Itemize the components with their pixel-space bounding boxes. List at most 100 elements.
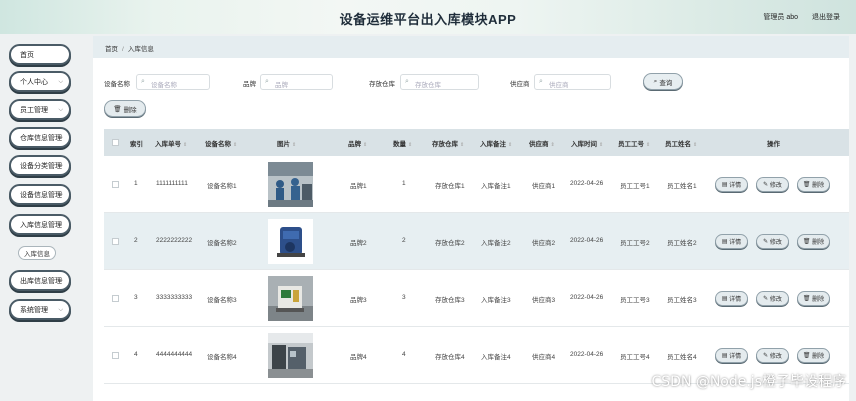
query-button-label: 查询 [659, 79, 673, 87]
cell-brand: 品牌3 [350, 297, 367, 304]
sidebar-item-label: 入库信息管理 [20, 221, 62, 229]
brand-input[interactable]: ⌕ 品牌 [260, 74, 333, 90]
sidebar-item-label: 仓库信息管理 [20, 134, 62, 142]
sidebar-item-label: 首页 [20, 51, 34, 59]
table-row: 3 3333333333 设备名称3 品牌3 3 存放仓库3 入库备注3 供应商… [104, 270, 849, 327]
chevron-down-icon: ⌵ [58, 79, 63, 85]
table-row: 1 1111111111 设备名称1 品牌1 1 存放仓库1 入库备注1 供应商… [104, 156, 849, 213]
sidebar-item-profile[interactable]: 个人中心 ⌵ [9, 71, 71, 92]
col-header[interactable]: 供应商 ⇕ [529, 138, 555, 148]
cell-note: 入库备注2 [481, 240, 511, 247]
sidebar-item-label: 出库信息管理 [20, 277, 62, 285]
delete-button[interactable]: 🗑 删除 [797, 291, 830, 306]
file-icon: ▤ [721, 239, 728, 245]
row-checkbox[interactable] [112, 295, 119, 302]
logout-link[interactable]: 退出登录 [812, 12, 840, 22]
device-image [268, 162, 313, 207]
sidebar-subitem-inbound-info[interactable]: 入库信息 [18, 246, 56, 260]
pencil-icon: ✎ [763, 239, 769, 245]
brand-placeholder: 品牌 [275, 82, 288, 89]
trash-icon: 🗑 [802, 239, 811, 245]
col-header[interactable]: 品牌 ⇕ [348, 138, 367, 148]
sidebar-item-device-category[interactable]: 设备分类管理 ⌵ [9, 155, 71, 176]
cell-device: 设备名称3 [207, 297, 237, 304]
cell-emp-name: 员工姓名3 [667, 297, 697, 304]
cell-qty: 4 [402, 351, 406, 358]
sidebar-item-outbound[interactable]: 出库信息管理 ⌵ [9, 270, 71, 291]
col-header[interactable]: 设备名称 ⇕ [205, 138, 237, 148]
device-image [268, 333, 313, 378]
detail-button[interactable]: ▤ 详情 [715, 177, 748, 192]
delete-button[interactable]: 🗑 删除 [797, 234, 830, 249]
col-header[interactable]: 入库备注 ⇕ [480, 138, 512, 148]
row-checkbox[interactable] [112, 352, 119, 359]
col-header[interactable]: 员工工号 ⇕ [618, 138, 650, 148]
edit-button[interactable]: ✎ 修改 [756, 291, 789, 306]
cell-order-no: 1111111111 [156, 180, 188, 187]
supplier-input[interactable]: ⌕ 供应商 [534, 74, 611, 90]
detail-button[interactable]: ▤ 详情 [715, 291, 748, 306]
search-icon: ⌕ [539, 78, 543, 85]
batch-delete-button[interactable]: 🗑 删除 [104, 100, 146, 117]
edit-button[interactable]: ✎ 修改 [756, 348, 789, 363]
col-header[interactable]: 数量 ⇕ [393, 138, 412, 148]
cell-supplier: 供应商2 [532, 240, 556, 247]
detail-button[interactable]: ▤ 详情 [715, 234, 748, 249]
search-bar: 设备名称 ⌕ 设备名称 品牌 ⌕ 品牌 存放仓库 ⌕ 存放仓库 供应商 ⌕ 供应商 ⌕ 查… [93, 72, 849, 92]
warehouse-label: 存放仓库 [369, 81, 395, 88]
device-name-input[interactable]: ⌕ 设备名称 [136, 74, 210, 90]
col-header[interactable]: 员工姓名 ⇕ [665, 138, 697, 148]
cell-index: 3 [134, 294, 138, 301]
cell-warehouse: 存放仓库2 [435, 240, 465, 247]
device-image [268, 219, 313, 264]
supplier-placeholder: 供应商 [549, 82, 569, 89]
pencil-icon: ✎ [763, 182, 769, 188]
sidebar-item-inbound[interactable]: 入库信息管理 ⌃ [9, 214, 71, 235]
cell-time: 2022-04-26 [570, 180, 604, 187]
cell-time: 2022-04-26 [570, 237, 604, 244]
col-header[interactable]: 入库单号 ⇕ [155, 138, 187, 148]
cell-warehouse: 存放仓库4 [435, 354, 465, 361]
cell-device: 设备名称1 [207, 183, 237, 190]
breadcrumb-separator: / [122, 46, 124, 53]
col-header[interactable]: 索引 [130, 138, 143, 148]
row-checkbox[interactable] [112, 238, 119, 245]
delete-button[interactable]: 🗑 删除 [797, 348, 830, 363]
sidebar-item-system[interactable]: 系统管理 ⌵ [9, 299, 71, 320]
col-header[interactable]: 入库时间 ⇕ [571, 138, 603, 148]
cell-note: 入库备注4 [481, 354, 511, 361]
cell-warehouse: 存放仓库3 [435, 297, 465, 304]
sidebar-item-home[interactable]: 首页 [9, 44, 71, 65]
sidebar-item-label: 设备分类管理 [20, 162, 62, 170]
brand-label: 品牌 [243, 81, 256, 88]
cell-emp-name: 员工姓名4 [667, 354, 697, 361]
watermark: CSDN @Node.js橙子毕设程序 [651, 374, 846, 390]
trash-icon: 🗑 [802, 182, 811, 188]
sidebar-item-staff[interactable]: 员工管理 ⌵ [9, 99, 71, 120]
cell-emp-no: 员工工号1 [620, 183, 650, 190]
cell-order-no: 3333333333 [156, 294, 193, 301]
cell-time: 2022-04-26 [570, 351, 604, 358]
query-button[interactable]: ⌕ 查询 [643, 73, 683, 90]
cell-device: 设备名称4 [207, 354, 237, 361]
col-header[interactable]: 存放仓库 ⇕ [432, 138, 464, 148]
cell-index: 4 [134, 351, 138, 358]
sidebar-item-warehouse[interactable]: 仓库信息管理 ⌵ [9, 127, 71, 148]
detail-button[interactable]: ▤ 详情 [715, 348, 748, 363]
edit-button[interactable]: ✎ 修改 [756, 177, 789, 192]
breadcrumb-home[interactable]: 首页 [105, 46, 118, 53]
sidebar-item-label: 个人中心 [20, 78, 48, 86]
table-header: 索引 入库单号 ⇕ 设备名称 ⇕ 图片 ⇕ 品牌 ⇕ 数量 ⇕ 存放仓库 ⇕ 入库备注 ⇕ 供… [104, 129, 849, 156]
search-icon: ⌕ [653, 77, 658, 85]
delete-button[interactable]: 🗑 删除 [797, 177, 830, 192]
col-header[interactable]: 图片 ⇕ [277, 138, 296, 148]
warehouse-input[interactable]: ⌕ 存放仓库 [400, 74, 479, 90]
edit-button[interactable]: ✎ 修改 [756, 234, 789, 249]
current-user: 管理员 abo [763, 14, 798, 21]
row-checkbox[interactable] [112, 181, 119, 188]
table-row: 2 2222222222 设备名称2 品牌2 2 存放仓库2 入库备注2 供应商… [104, 213, 849, 270]
cell-brand: 品牌1 [350, 183, 367, 190]
cell-emp-no: 员工工号4 [620, 354, 650, 361]
sidebar-item-device-info[interactable]: 设备信息管理 ⌵ [9, 184, 71, 205]
select-all-checkbox[interactable] [112, 139, 119, 146]
